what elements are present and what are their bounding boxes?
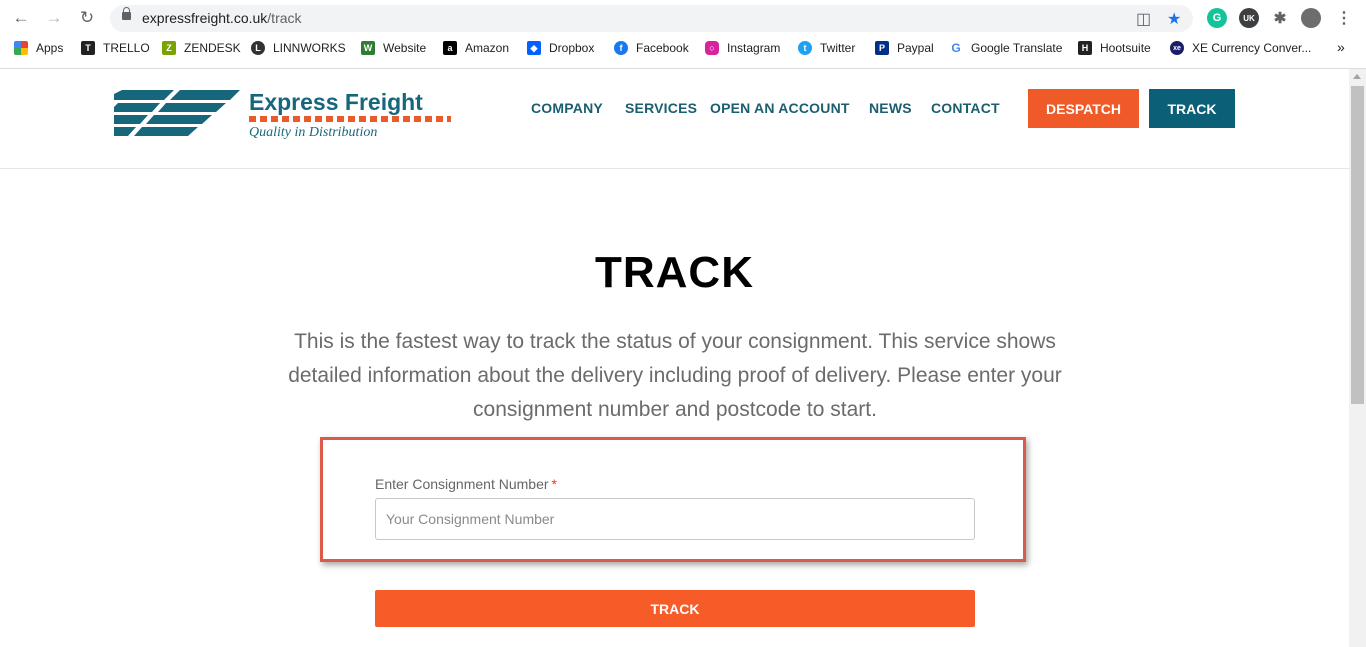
track-nav-button[interactable]: TRACK — [1149, 89, 1235, 128]
amazon-icon: a — [443, 41, 457, 55]
website-icon: W — [361, 41, 375, 55]
nav-services[interactable]: SERVICES — [625, 100, 697, 116]
required-asterisk: * — [551, 476, 557, 492]
nav-company[interactable]: COMPANY — [531, 100, 603, 116]
bookmark-instagram[interactable]: ○ Instagram — [705, 41, 780, 55]
bookmark-hootsuite[interactable]: H Hootsuite — [1078, 41, 1151, 55]
bookmark-zendesk[interactable]: Z ZENDESK — [162, 41, 241, 55]
bookmark-apps[interactable]: Apps — [14, 41, 63, 55]
logo-tagline: Quality in Distribution — [249, 125, 378, 140]
bookmark-twitter[interactable]: t Twitter — [798, 41, 855, 55]
trello-icon: T — [81, 41, 95, 55]
nav-news[interactable]: NEWS — [869, 100, 912, 116]
browser-chrome: ← → ↻ expressfreight.co.uk/track ◫ ★ G U… — [0, 0, 1366, 69]
bookmark-google-translate[interactable]: G Google Translate — [949, 41, 1062, 55]
logo-dotted-rule — [249, 116, 451, 122]
nav-open-an-account[interactable]: OPEN AN ACCOUNT — [710, 100, 850, 116]
site-header: Express Freight Quality in Distribution … — [0, 69, 1349, 169]
bookmark-amazon[interactable]: a Amazon — [443, 41, 509, 55]
paypal-icon: P — [875, 41, 889, 55]
back-arrow-icon[interactable]: ← — [10, 7, 32, 29]
bookmark-facebook[interactable]: f Facebook — [614, 41, 689, 55]
logo-mark-icon — [114, 90, 240, 136]
scroll-up-arrow-icon[interactable] — [1353, 74, 1361, 79]
grammarly-icon[interactable]: G — [1207, 8, 1227, 28]
intro-text: This is the fastest way to track the sta… — [288, 330, 1062, 421]
express-freight-logo[interactable]: Express Freight Quality in Distribution — [114, 89, 454, 143]
bookmark-linnworks[interactable]: L LINNWORKS — [251, 41, 346, 55]
consignment-field-label: Enter Consignment Number * — [375, 476, 557, 492]
browser-menu-icon[interactable]: ⋮ — [1334, 8, 1354, 28]
url-text[interactable]: expressfreight.co.uk/track — [142, 10, 302, 26]
page-title: TRACK — [595, 248, 754, 297]
bookmarks-bar: Apps T TRELLO Z ZENDESK L LINNWORKS W Websit… — [0, 38, 1366, 62]
apps-grid-icon — [14, 41, 28, 55]
bookmark-dropbox[interactable]: ◆ Dropbox — [527, 41, 594, 55]
lock-icon — [122, 7, 131, 20]
bookmark-xe-currency[interactable]: xe XE Currency Conver... — [1170, 41, 1311, 55]
reload-icon[interactable]: ↻ — [76, 7, 98, 29]
vpn-uk-icon[interactable]: UK — [1239, 8, 1259, 28]
page-scrollbar[interactable] — [1349, 69, 1366, 647]
profile-avatar[interactable] — [1301, 8, 1321, 28]
instagram-icon: ○ — [705, 41, 719, 55]
cast-icon[interactable]: ◫ — [1136, 9, 1151, 29]
scrollbar-thumb[interactable] — [1351, 86, 1364, 404]
dropbox-icon: ◆ — [527, 41, 541, 55]
consignment-number-input[interactable] — [375, 498, 975, 540]
despatch-button[interactable]: DESPATCH — [1028, 89, 1139, 128]
linnworks-icon: L — [251, 41, 265, 55]
track-submit-button[interactable]: TRACK — [375, 590, 975, 627]
extensions-puzzle-icon[interactable]: ✱ — [1270, 8, 1290, 28]
twitter-icon: t — [798, 41, 812, 55]
bookmark-paypal[interactable]: P Paypal — [875, 41, 934, 55]
facebook-icon: f — [614, 41, 628, 55]
bookmark-star-icon[interactable]: ★ — [1167, 9, 1181, 29]
logo-name: Express Freight — [249, 89, 423, 115]
google-icon: G — [949, 41, 963, 55]
zendesk-icon: Z — [162, 41, 176, 55]
address-bar[interactable]: expressfreight.co.uk/track ◫ ★ — [110, 5, 1193, 32]
nav-contact[interactable]: CONTACT — [931, 100, 1000, 116]
bookmarks-overflow-icon[interactable]: » — [1337, 39, 1345, 55]
bookmark-website[interactable]: W Website — [361, 41, 426, 55]
forward-arrow-icon[interactable]: → — [43, 7, 65, 29]
hootsuite-icon: H — [1078, 41, 1092, 55]
bookmark-trello[interactable]: T TRELLO — [81, 41, 150, 55]
xe-icon: xe — [1170, 41, 1184, 55]
